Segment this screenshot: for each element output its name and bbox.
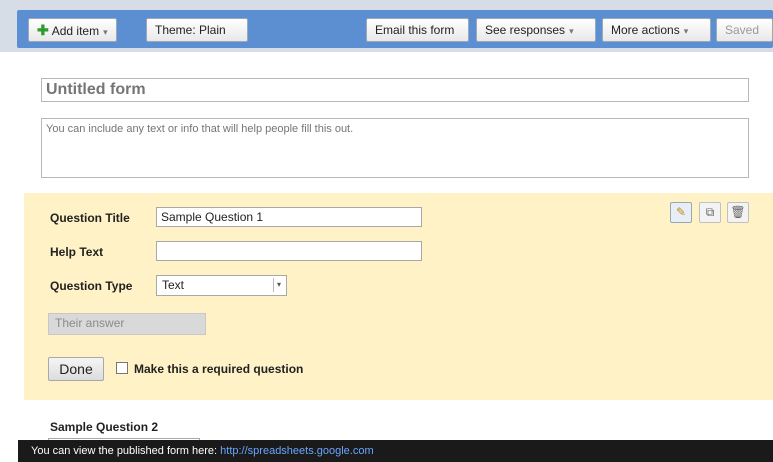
dropdown-arrow-icon: ▾ bbox=[273, 278, 284, 292]
see-responses-button[interactable]: See responses ▾ bbox=[476, 18, 596, 42]
help-text-label: Help Text bbox=[50, 245, 104, 259]
help-text-input[interactable] bbox=[156, 241, 422, 261]
edit-question-button[interactable]: ✎ bbox=[670, 202, 692, 223]
add-item-button[interactable]: ✚ Add item ▾ bbox=[28, 18, 117, 42]
required-checkbox[interactable] bbox=[116, 362, 128, 374]
saved-button: Saved bbox=[716, 18, 773, 42]
delete-question-button[interactable]: 🗑 bbox=[727, 202, 749, 223]
toolbar-area: ✚ Add item ▾ Theme: Plain Email this form … bbox=[0, 0, 773, 52]
duplicate-question-button[interactable]: ⧉ bbox=[699, 202, 721, 223]
duplicate-icon: ⧉ bbox=[705, 205, 715, 219]
dropdown-arrow-icon: ▾ bbox=[569, 26, 574, 36]
theme-button[interactable]: Theme: Plain bbox=[146, 18, 248, 42]
question-title-input[interactable] bbox=[156, 207, 422, 227]
question-2-title: Sample Question 2 bbox=[50, 420, 159, 434]
required-checkbox-label: Make this a required question bbox=[134, 362, 304, 376]
plus-icon: ✚ bbox=[37, 22, 49, 38]
pencil-icon: ✎ bbox=[675, 205, 687, 219]
published-form-bar: You can view the published form here: ht… bbox=[18, 440, 773, 462]
form-title-input[interactable] bbox=[41, 78, 749, 102]
done-button[interactable]: Done bbox=[48, 357, 104, 381]
published-form-link[interactable]: http://spreadsheets.google.com bbox=[220, 445, 373, 457]
trash-icon: 🗑 bbox=[730, 205, 746, 219]
more-actions-button[interactable]: More actions ▾ bbox=[602, 18, 711, 42]
question-title-label: Question Title bbox=[50, 211, 130, 225]
question-type-select[interactable]: Text ▾ bbox=[156, 275, 287, 296]
answer-preview-field: Their answer bbox=[48, 313, 206, 335]
email-form-button[interactable]: Email this form bbox=[366, 18, 469, 42]
dropdown-arrow-icon: ▾ bbox=[103, 27, 108, 37]
dropdown-arrow-icon: ▾ bbox=[683, 26, 689, 36]
question-type-label: Question Type bbox=[50, 279, 133, 293]
form-description-input[interactable] bbox=[41, 118, 749, 178]
